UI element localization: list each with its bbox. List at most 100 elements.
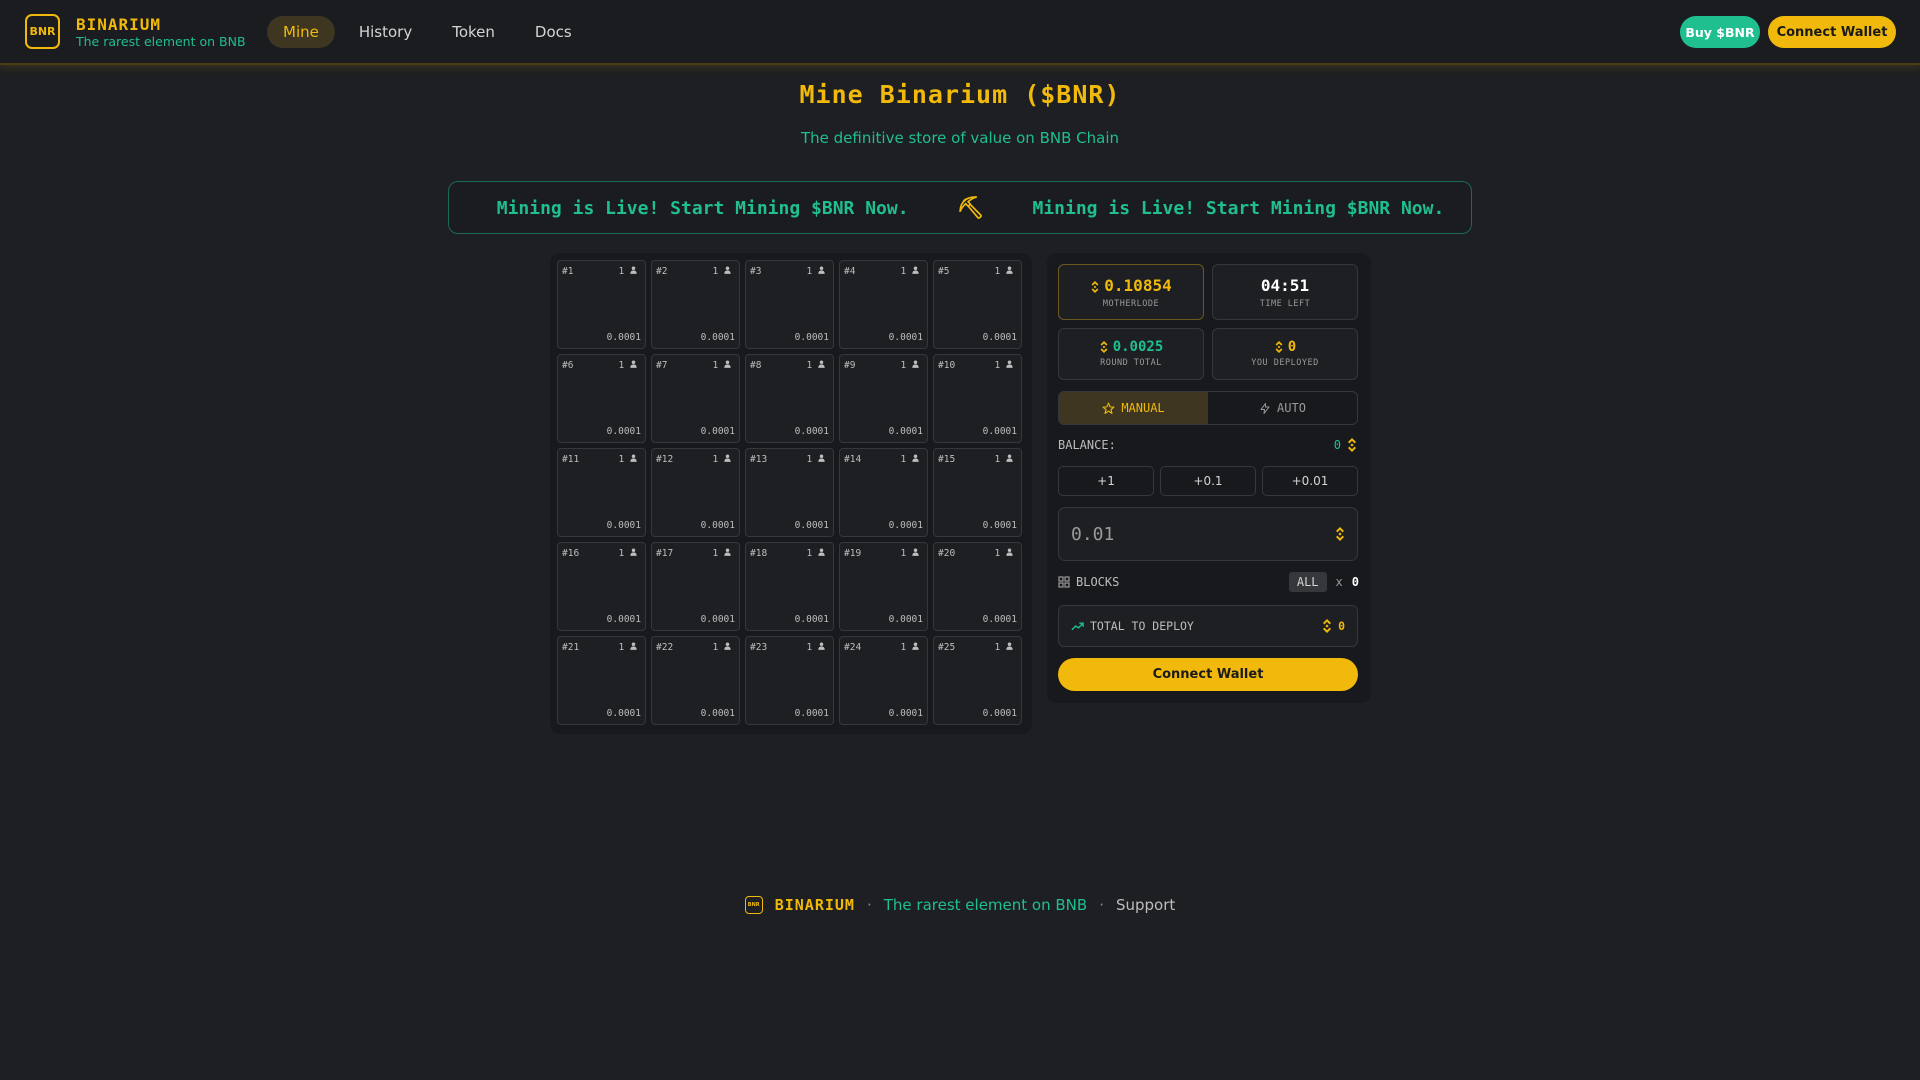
total-label: TOTAL TO DEPLOY <box>1090 619 1194 633</box>
block-cell[interactable]: #3 1 0.0001 <box>745 260 834 349</box>
block-cell[interactable]: #5 1 0.0001 <box>933 260 1022 349</box>
miner-count: 1 <box>618 454 625 465</box>
block-cell[interactable]: #21 1 0.0001 <box>557 636 646 725</box>
miner-count: 1 <box>806 266 813 277</box>
block-amount: 0.0001 <box>794 614 829 625</box>
connect-wallet-button[interactable]: Connect Wallet <box>1058 658 1358 691</box>
block-cell[interactable]: #10 1 0.0001 <box>933 354 1022 443</box>
user-icon <box>1006 642 1013 650</box>
block-cell[interactable]: #25 1 0.0001 <box>933 636 1022 725</box>
nav-token[interactable]: Token <box>436 16 511 48</box>
user-icon <box>630 360 637 368</box>
time-left-card: 04:51 TIME LEFT <box>1212 264 1358 320</box>
blocks-selector: ALL x 0 <box>1288 572 1359 592</box>
block-miners: 1 <box>619 266 637 277</box>
miner-count: 1 <box>712 548 719 559</box>
block-miners: 1 <box>619 454 637 465</box>
block-number: #4 <box>844 266 856 277</box>
block-amount: 0.0001 <box>700 520 735 531</box>
block-cell[interactable]: #23 1 0.0001 <box>745 636 834 725</box>
block-cell[interactable]: #7 1 0.0001 <box>651 354 740 443</box>
time-left-label: TIME LEFT <box>1259 299 1311 309</box>
block-cell[interactable]: #19 1 0.0001 <box>839 542 928 631</box>
miner-count: 1 <box>994 454 1001 465</box>
amount-input[interactable]: 0.01 <box>1058 507 1358 561</box>
block-miners: 1 <box>901 548 919 559</box>
star-icon <box>1102 402 1115 414</box>
block-amount: 0.0001 <box>606 332 641 343</box>
block-miners: 1 <box>619 548 637 559</box>
block-number: #17 <box>656 548 674 559</box>
amount-placeholder: 0.01 <box>1071 524 1115 545</box>
miner-count: 1 <box>900 266 907 277</box>
user-icon <box>630 642 637 650</box>
block-amount: 0.0001 <box>982 520 1017 531</box>
block-number: #18 <box>750 548 768 559</box>
block-number: #7 <box>656 360 668 371</box>
block-cell[interactable]: #14 1 0.0001 <box>839 448 928 537</box>
auto-mode-tab[interactable]: AUTO <box>1208 392 1357 424</box>
user-icon <box>724 266 731 274</box>
miner-count: 1 <box>618 360 625 371</box>
block-number: #22 <box>656 642 674 653</box>
increment-1-button[interactable]: +1 <box>1058 466 1154 496</box>
block-number: #5 <box>938 266 950 277</box>
block-cell[interactable]: #11 1 0.0001 <box>557 448 646 537</box>
block-cell[interactable]: #20 1 0.0001 <box>933 542 1022 631</box>
block-number: #20 <box>938 548 956 559</box>
support-link[interactable]: Support <box>1116 896 1175 914</box>
block-cell[interactable]: #1 1 0.0001 <box>557 260 646 349</box>
block-cell[interactable]: #24 1 0.0001 <box>839 636 928 725</box>
brand-name[interactable]: BINARIUM <box>76 15 161 34</box>
block-cell[interactable]: #13 1 0.0001 <box>745 448 834 537</box>
ticker-track: Mining is Live! Start Mining $BNR Now. ⛏ … <box>449 182 1471 233</box>
lightning-icon <box>1260 402 1270 414</box>
block-cell[interactable]: #4 1 0.0001 <box>839 260 928 349</box>
header-connect-wallet-button[interactable]: Connect Wallet <box>1768 16 1896 48</box>
top-header: BNR BINARIUM The rarest element on BNB M… <box>0 0 1920 65</box>
block-cell[interactable]: #8 1 0.0001 <box>745 354 834 443</box>
miner-count: 1 <box>994 360 1001 371</box>
block-amount: 0.0001 <box>700 426 735 437</box>
increment-0-01-button[interactable]: +0.01 <box>1262 466 1358 496</box>
buy-bnr-button[interactable]: Buy $BNR <box>1680 16 1760 48</box>
block-cell[interactable]: #2 1 0.0001 <box>651 260 740 349</box>
nav-history[interactable]: History <box>343 16 428 48</box>
miner-count: 1 <box>806 454 813 465</box>
user-icon <box>912 360 919 368</box>
nav-mine[interactable]: Mine <box>267 16 335 48</box>
block-cell[interactable]: #16 1 0.0001 <box>557 542 646 631</box>
block-amount: 0.0001 <box>794 520 829 531</box>
brand-tagline: The rarest element on BNB <box>76 34 246 49</box>
block-number: #25 <box>938 642 956 653</box>
miner-count: 1 <box>618 642 625 653</box>
footer: BNR BINARIUM · The rarest element on BNB… <box>0 896 1920 914</box>
block-cell[interactable]: #17 1 0.0001 <box>651 542 740 631</box>
brand-logo[interactable]: BNR <box>25 14 60 49</box>
user-icon <box>724 642 731 650</box>
miner-count: 1 <box>712 454 719 465</box>
block-cell[interactable]: #9 1 0.0001 <box>839 354 928 443</box>
miner-count: 1 <box>618 266 625 277</box>
miner-count: 1 <box>806 548 813 559</box>
auto-label: AUTO <box>1277 401 1306 415</box>
manual-mode-tab[interactable]: MANUAL <box>1059 392 1208 424</box>
nav-docs[interactable]: Docs <box>519 16 588 48</box>
user-icon <box>1006 548 1013 556</box>
block-cell[interactable]: #18 1 0.0001 <box>745 542 834 631</box>
block-cell[interactable]: #12 1 0.0001 <box>651 448 740 537</box>
block-number: #3 <box>750 266 762 277</box>
select-all-button[interactable]: ALL <box>1288 572 1327 592</box>
increment-0-1-button[interactable]: +0.1 <box>1160 466 1256 496</box>
user-icon <box>912 548 919 556</box>
block-number: #14 <box>844 454 862 465</box>
miner-count: 1 <box>900 548 907 559</box>
footer-logo: BNR <box>744 896 763 914</box>
block-miners: 1 <box>995 642 1013 653</box>
miner-count: 1 <box>712 266 719 277</box>
block-cell[interactable]: #6 1 0.0001 <box>557 354 646 443</box>
block-cell[interactable]: #22 1 0.0001 <box>651 636 740 725</box>
block-cell[interactable]: #15 1 0.0001 <box>933 448 1022 537</box>
block-amount: 0.0001 <box>982 426 1017 437</box>
user-icon <box>818 360 825 368</box>
